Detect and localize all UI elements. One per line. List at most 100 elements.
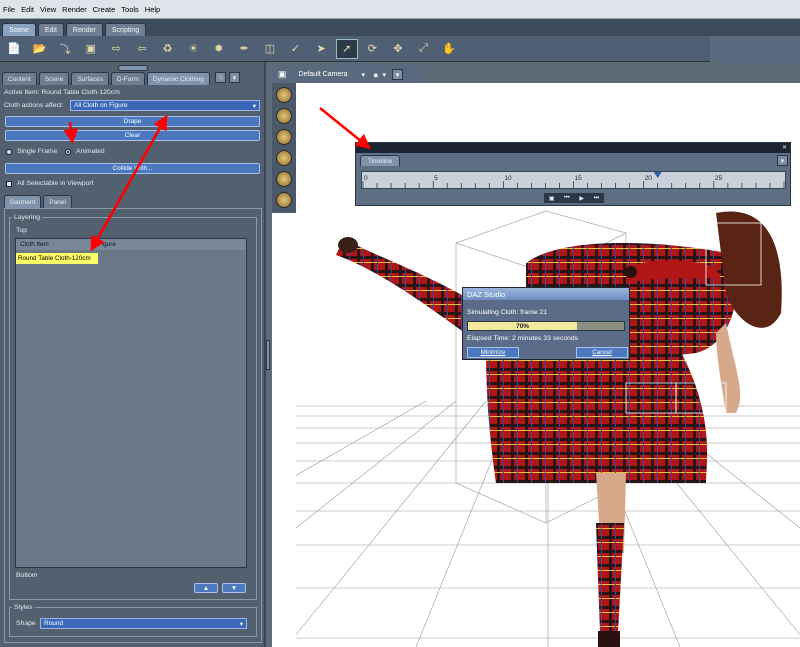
tab-dform[interactable]: D-Form [110,72,145,85]
figure-icon[interactable]: ♻ [157,39,179,59]
menu-bar: File Edit View Render Create Tools Help [0,0,800,19]
progress-fill: 70% [468,322,578,330]
pane-menu-icon[interactable]: ▾ [228,72,240,83]
timeline-menu-icon[interactable]: ▾ [777,155,788,166]
tab-scripting[interactable]: Scripting [104,23,147,36]
cube-icon[interactable]: ◫ [259,39,281,59]
move-down-button[interactable]: ▼ [222,583,246,593]
hand-icon[interactable]: ✋ [438,39,460,59]
import-icon[interactable]: ⇨ [105,39,127,59]
tab-content[interactable]: Content [2,72,37,85]
brush-icon[interactable]: ✓ [285,39,307,59]
pan-icon[interactable] [276,108,292,124]
save-icon[interactable]: ▣ [80,39,102,59]
rotate-icon[interactable]: ⟳ [361,39,383,59]
arrow-down-icon: ▼ [230,584,238,592]
tab-scene[interactable]: Scene [2,23,36,36]
tab-panel[interactable]: Panel [43,195,72,208]
timeline-ruler[interactable]: 051015202530 [361,171,793,189]
dolly-icon[interactable] [276,129,292,145]
shape-select[interactable]: Round ▾ [40,618,247,629]
sun-icon[interactable]: ✹ [208,39,230,59]
cancel-button[interactable]: Cancel [576,347,628,358]
cloth-layer-list[interactable]: Cloth Item Figure Round Table Cloth-120c… [15,238,247,568]
loop-icon[interactable]: ▣ [549,195,555,202]
camera-name[interactable]: Default Camera [299,71,348,78]
toolbar-empty-area [710,36,800,62]
dialog-title[interactable]: DAZ Studio [463,288,629,300]
pane-tabs: Content Scene Surfaces D-Form Dynamic Cl… [2,72,264,85]
pin-icon[interactable]: ☟ [214,72,226,83]
splitter-handle[interactable] [266,340,270,370]
move-up-button[interactable]: ▲ [194,583,218,593]
scale-icon[interactable]: ⤢ [413,39,435,59]
styles-title: Styles [12,604,35,611]
menu-help[interactable]: Help [142,5,163,14]
chevron-down-icon[interactable]: ▾ [383,71,387,79]
play-icon[interactable]: ▶ [579,195,584,202]
tab-garment[interactable]: Garment [4,195,42,208]
cloth-actions-select[interactable]: All Cloth on Figure ▾ [70,100,260,111]
all-selectable-option[interactable]: All Selectable in Viewport [6,180,94,187]
menu-file[interactable]: File [0,5,18,14]
pane-grip[interactable] [118,65,148,71]
main-toolbar: 📄 📂 ⤵ ▣ ⇨ ⇦ ♻ ☀ ✹ ✒ ◫ ✓ ➤ ➚ ⟳ ✥ ⤢ ✋ [0,36,710,62]
row-cloth-cell: Round Table Cloth-120cm [16,253,98,264]
wand-icon[interactable]: ✒ [233,39,255,59]
transport-controls: ▣ ⏮ ▶ ⏭ [544,193,604,203]
zoom-icon[interactable] [276,150,292,166]
timeline-titlebar[interactable] [356,143,790,153]
light-icon[interactable]: ☀ [182,39,204,59]
shape-label: Shape [16,620,36,627]
rewind-icon[interactable]: ⏮ [564,195,569,202]
tab-edit[interactable]: Edit [37,23,64,36]
select-arrow-icon[interactable]: ➚ [335,38,358,59]
menu-render[interactable]: Render [59,5,90,14]
pointer-icon[interactable]: ➤ [310,39,332,59]
all-selectable-label: All Selectable in Viewport [17,180,94,187]
tab-dynamic-clothing[interactable]: Dynamic Clothing [146,72,210,85]
close-icon[interactable]: ✕ [782,144,787,151]
minimize-button[interactable]: Minimize [467,347,519,358]
animated-radio[interactable] [65,148,71,155]
tab-scene-pane[interactable]: Scene [38,72,70,85]
ruler-ticks: 051015202530 [362,172,793,188]
viewport-header: ▣ Default Camera ▾ ● ▾ ▾ [272,66,424,83]
menu-tools[interactable]: Tools [118,5,142,14]
merge-icon[interactable]: ⤵ [54,39,76,59]
all-selectable-checkbox[interactable] [6,180,12,187]
frame-icon[interactable] [276,171,292,187]
col-figure[interactable]: Figure [98,241,116,248]
chevron-down-icon[interactable]: ▾ [362,71,366,79]
tab-render[interactable]: Render [65,23,103,36]
open-folder-icon[interactable]: 📂 [29,39,51,59]
drape-button[interactable]: Drape [5,116,260,127]
roll-icon[interactable] [276,192,292,208]
single-frame-option[interactable]: Single Frame [6,148,57,155]
single-frame-radio[interactable] [6,148,12,155]
tab-surfaces[interactable]: Surfaces [71,72,109,85]
table-row[interactable]: Round Table Cloth-120cm [16,253,246,264]
collide-with-button[interactable]: Collide With... [5,163,260,174]
cloth-actions-label: Cloth actions affect: [4,102,64,109]
viewport-menu-icon[interactable]: ▾ [392,69,404,80]
chevron-down-icon: ▾ [252,102,256,110]
camera-icon[interactable]: ▣ [278,69,287,80]
dynamic-clothing-pane: Content Scene Surfaces D-Form Dynamic Cl… [0,62,266,647]
menu-create[interactable]: Create [90,5,119,14]
camera-controls [272,83,296,213]
playhead-marker[interactable] [653,172,662,178]
export-icon[interactable]: ⇦ [131,39,153,59]
orbit-icon[interactable] [276,87,292,103]
new-file-icon[interactable]: 📄 [3,39,25,59]
render-sphere-icon[interactable]: ● [373,70,378,80]
menu-view[interactable]: View [37,5,59,14]
translate-icon[interactable]: ✥ [387,39,409,59]
animated-option[interactable]: Animated [65,148,105,155]
clear-button[interactable]: Clear [5,130,260,141]
tab-timeline[interactable]: Timeline [360,155,401,166]
col-cloth-item[interactable]: Cloth Item [16,241,98,248]
chevron-down-icon: ▾ [239,620,243,628]
fast-forward-icon[interactable]: ⏭ [594,195,599,202]
menu-edit[interactable]: Edit [18,5,37,14]
